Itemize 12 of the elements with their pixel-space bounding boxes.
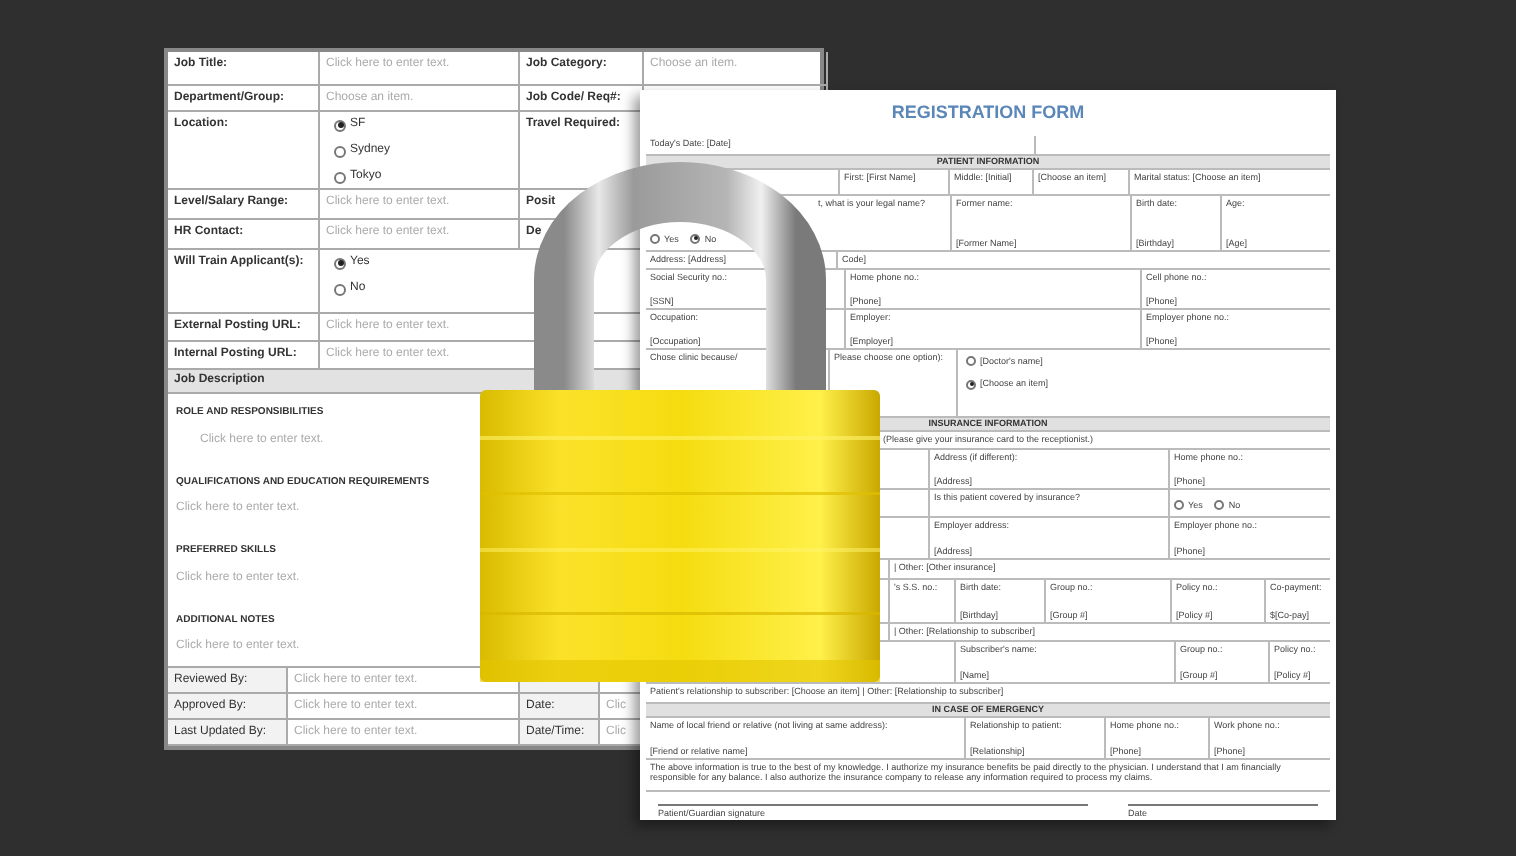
radio-button[interactable] bbox=[1214, 499, 1225, 510]
radio-button[interactable] bbox=[334, 257, 346, 269]
radio-button[interactable] bbox=[334, 145, 346, 157]
radio-button[interactable] bbox=[334, 171, 346, 183]
radio-button[interactable] bbox=[966, 356, 976, 367]
radio-button[interactable] bbox=[334, 119, 346, 131]
radio-button[interactable] bbox=[334, 283, 346, 295]
radio-button[interactable] bbox=[1174, 499, 1184, 510]
radio-button[interactable] bbox=[690, 233, 701, 244]
form-title: REGISTRATION FORM bbox=[891, 102, 1085, 124]
radio-button[interactable] bbox=[650, 233, 660, 244]
radio-button[interactable] bbox=[966, 379, 976, 390]
